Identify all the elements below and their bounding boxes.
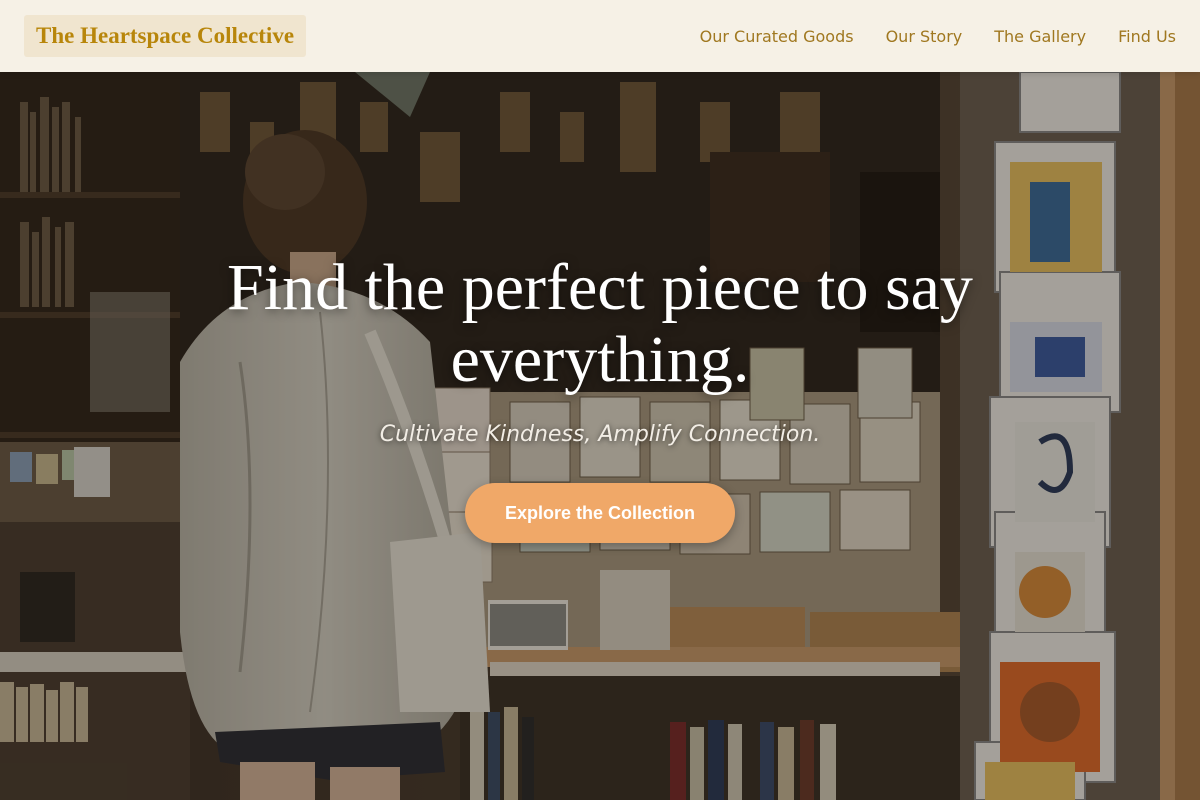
hero-section: Find the perfect piece to say everything…	[0, 72, 1200, 800]
brand-logo[interactable]: The Heartspace Collective	[24, 15, 307, 57]
main-nav: Our Curated Goods Our Story The Gallery …	[700, 27, 1176, 46]
nav-our-story[interactable]: Our Story	[886, 27, 963, 46]
hero-headline: Find the perfect piece to say everything…	[227, 251, 973, 396]
site-header: The Heartspace Collective Our Curated Go…	[0, 0, 1200, 72]
nav-find-us[interactable]: Find Us	[1118, 27, 1176, 46]
nav-gallery[interactable]: The Gallery	[994, 27, 1086, 46]
hero-content: Find the perfect piece to say everything…	[0, 252, 1200, 543]
page: The Heartspace Collective Our Curated Go…	[0, 0, 1200, 800]
explore-collection-button[interactable]: Explore the Collection	[465, 483, 735, 543]
nav-curated-goods[interactable]: Our Curated Goods	[700, 27, 854, 46]
hero-tagline: Cultivate Kindness, Amplify Connection.	[379, 422, 821, 447]
